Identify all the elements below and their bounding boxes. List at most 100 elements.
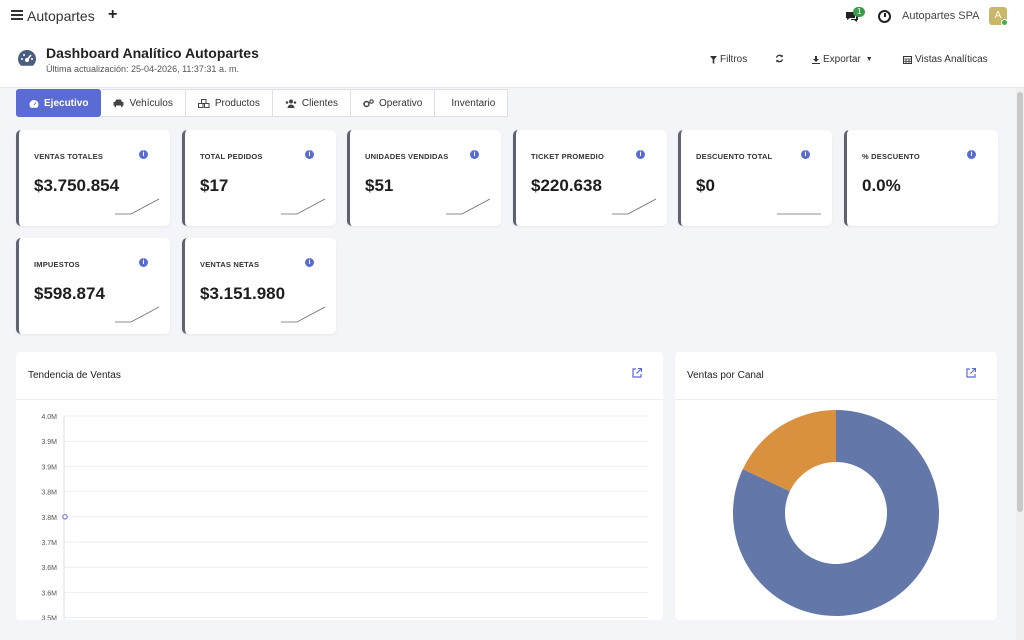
tab-ejecutivo[interactable]: Ejecutivo — [16, 89, 102, 117]
refresh-icon — [775, 54, 784, 63]
tab-operativo[interactable]: Operativo — [351, 89, 436, 117]
filter-icon — [710, 55, 717, 64]
sparkline — [115, 306, 160, 323]
page-title: Dashboard Analítico Autopartes — [46, 45, 259, 61]
kpi-card-unidades-vendidas: UNIDADES VENDIDAS i $51 — [347, 130, 501, 226]
users-icon — [285, 99, 297, 108]
tab-inventario[interactable]: Inventario — [435, 89, 509, 117]
info-icon[interactable]: i — [139, 258, 148, 267]
export-button[interactable]: Exportar ▼ — [812, 54, 873, 65]
export-label: Exportar — [823, 54, 861, 65]
y-tick-label: 3.8M — [41, 490, 57, 497]
kpi-value: $17 — [200, 176, 229, 195]
dashboard-tabs: Ejecutivo Vehículos Productos Clientes O… — [16, 89, 509, 117]
kpi-label: VENTAS NETAS — [200, 260, 260, 269]
kpi-value: $598.874 — [34, 284, 105, 303]
kpi-label: TICKET PROMEDIO — [531, 152, 605, 161]
sparkline — [612, 198, 657, 215]
tab-label: Operativo — [379, 97, 423, 109]
y-tick-label: 3.9M — [41, 464, 57, 471]
kpi-label: DESCUENTO TOTAL — [696, 152, 773, 161]
kpi-card-descuento-total: DESCUENTO TOTAL i $0 — [678, 130, 832, 226]
tab-clientes[interactable]: Clientes — [272, 89, 352, 117]
car-icon — [113, 99, 124, 107]
tab-label: Clientes — [301, 97, 339, 109]
download-icon — [812, 55, 820, 64]
tab-productos[interactable]: Productos — [185, 89, 273, 117]
cogs-icon — [363, 98, 374, 107]
sparkline — [446, 198, 491, 215]
channel-donut-chart — [733, 410, 939, 616]
tab-vehiculos[interactable]: Vehículos — [101, 89, 186, 117]
menu-icon[interactable] — [11, 10, 23, 20]
kpi-card-impuestos: IMPUESTOS i $598.874 — [16, 238, 170, 334]
filters-button[interactable]: Filtros — [710, 54, 747, 65]
panel-title: Ventas por Canal — [687, 370, 764, 381]
scrollbar-thumb[interactable] — [1017, 92, 1023, 512]
kpi-card-ventas-netas: VENTAS NETAS i $3.151.980 — [182, 238, 336, 334]
panel-divider — [16, 399, 663, 400]
y-tick-label: 3.6M — [41, 590, 57, 597]
kpi-card-porcentaje-descuento: % DESCUENTO i 0.0% — [844, 130, 998, 226]
table-icon — [903, 55, 912, 64]
info-icon[interactable]: i — [967, 150, 976, 159]
y-tick-label: 3.5M — [41, 616, 57, 620]
tab-label: Ejecutivo — [44, 97, 89, 109]
kpi-label: % DESCUENTO — [862, 152, 920, 161]
y-tick-label: 3.8M — [41, 515, 57, 522]
info-icon[interactable]: i — [305, 258, 314, 267]
kpi-value: 0.0% — [862, 176, 901, 195]
tab-label: Inventario — [451, 97, 496, 109]
clock-icon[interactable] — [878, 10, 891, 23]
y-tick-label: 3.7M — [41, 540, 57, 547]
sparkline — [281, 306, 326, 323]
company-name[interactable]: Autopartes SPA — [902, 10, 979, 22]
refresh-button[interactable] — [775, 54, 784, 63]
kpi-label: UNIDADES VENDIDAS — [365, 152, 449, 161]
sales-by-channel-panel: Ventas por Canal — [675, 352, 997, 620]
info-icon[interactable]: i — [801, 150, 810, 159]
analytic-views-label: Vistas Analíticas — [915, 54, 988, 65]
tab-label: Productos — [214, 97, 260, 109]
sparkline — [115, 198, 160, 215]
kpi-label: TOTAL PEDIDOS — [200, 152, 263, 161]
add-icon[interactable]: + — [108, 6, 117, 24]
cubes-icon — [197, 98, 210, 108]
kpi-card-ventas-totales: VENTAS TOTALES i $3.750.854 — [16, 130, 170, 226]
info-icon[interactable]: i — [470, 150, 479, 159]
sales-trend-panel: Tendencia de Ventas 4.0M 3.9M 3.9M 3.8M 3.8M… — [16, 352, 663, 620]
panel-title: Tendencia de Ventas — [28, 370, 121, 381]
data-point[interactable] — [62, 514, 68, 520]
sparkline — [777, 213, 821, 215]
info-icon[interactable]: i — [636, 150, 645, 159]
kpi-value: $3.151.980 — [200, 284, 286, 303]
kpi-card-ticket-promedio: TICKET PROMEDIO i $220.638 — [513, 130, 667, 226]
kpi-label: IMPUESTOS — [34, 260, 80, 269]
kpi-value: $3.750.854 — [34, 176, 120, 195]
page-header: Dashboard Analítico Autopartes Última ac… — [0, 34, 1024, 88]
top-bar: Autopartes + 1 Autopartes SPA A — [0, 0, 1024, 34]
sparkline — [281, 198, 326, 215]
sales-trend-chart: 4.0M 3.9M 3.9M 3.8M 3.8M 3.7M 3.6M 3.6M 3.5M — [41, 414, 648, 620]
y-tick-label: 4.0M — [41, 414, 57, 421]
kpi-value: $51 — [365, 176, 394, 195]
kpi-value: $0 — [696, 176, 715, 195]
caret-down-icon: ▼ — [865, 56, 873, 63]
external-link-icon[interactable] — [632, 368, 642, 378]
gauge-icon — [29, 99, 39, 108]
external-link-icon[interactable] — [966, 368, 976, 378]
y-tick-label: 3.6M — [41, 565, 57, 572]
brand-name[interactable]: Autopartes — [27, 8, 95, 24]
kpi-label: VENTAS TOTALES — [34, 152, 104, 161]
last-updated: Última actualización: 25-04-2026, 11:37:… — [46, 64, 239, 74]
online-status-dot — [1001, 19, 1008, 26]
analytic-views-button[interactable]: Vistas Analíticas — [903, 54, 988, 65]
notification-badge: 1 — [853, 7, 866, 17]
kpi-value: $220.638 — [531, 176, 602, 195]
y-tick-label: 3.9M — [41, 439, 57, 446]
info-icon[interactable]: i — [139, 150, 148, 159]
info-icon[interactable]: i — [305, 150, 314, 159]
tab-label: Vehículos — [129, 97, 173, 109]
filters-label: Filtros — [720, 54, 748, 65]
tachometer-icon — [18, 50, 36, 66]
